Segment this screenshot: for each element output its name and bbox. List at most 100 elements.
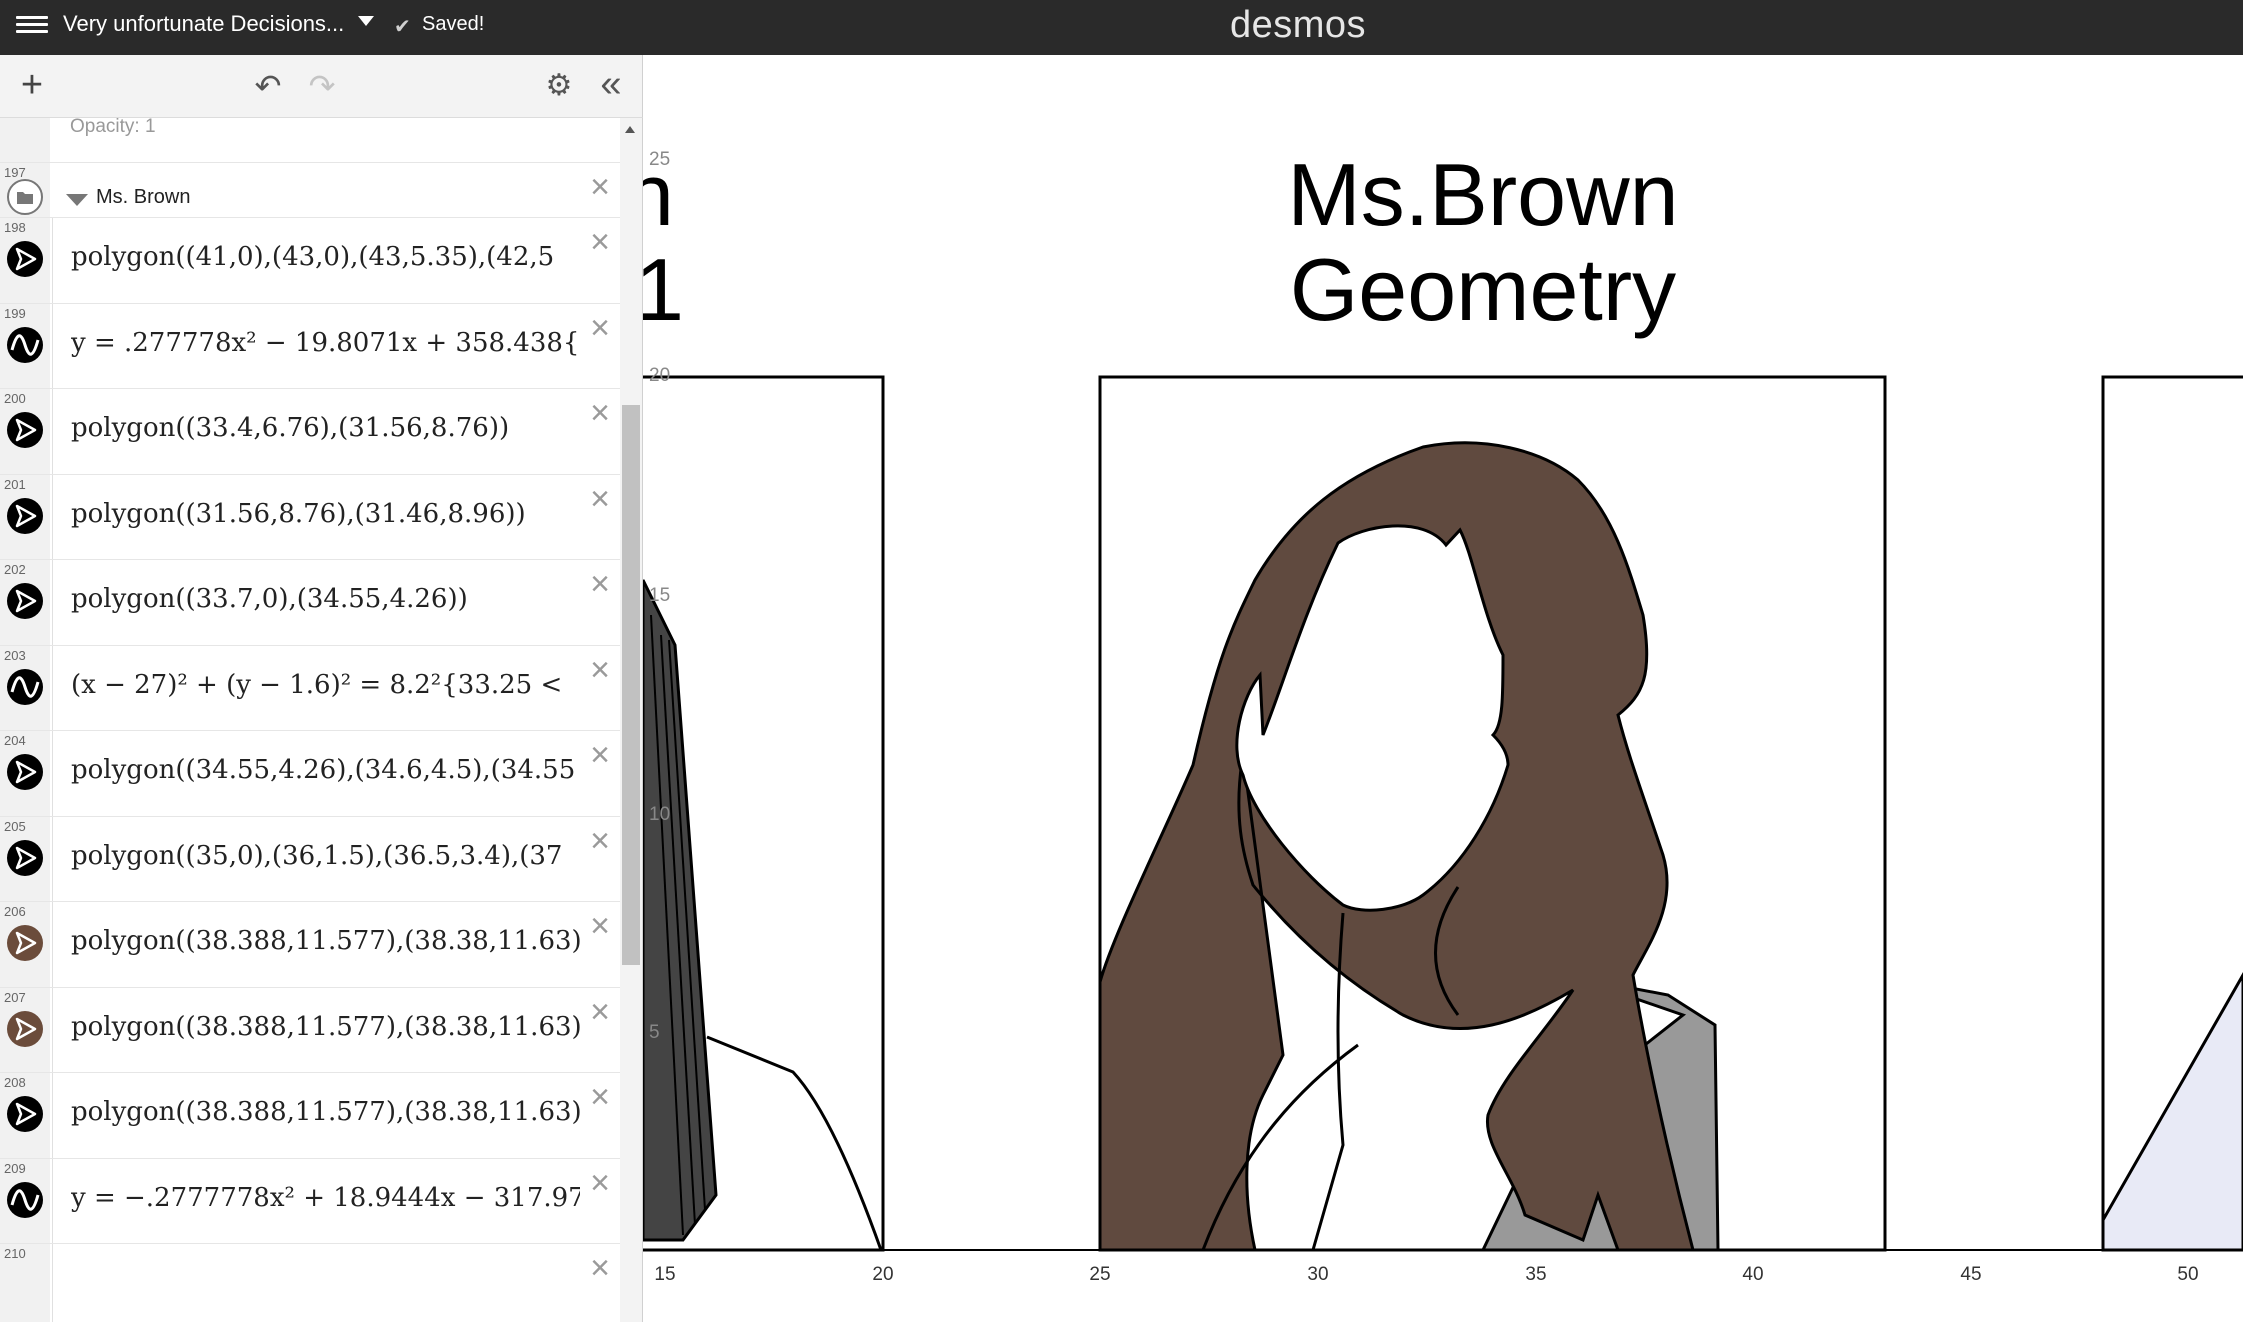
expression-row[interactable]: 209 y = −.2777778x² + 18.9444x − 317.978 × [0,1158,620,1244]
collapse-panel-icon[interactable]: « [591,65,631,107]
graph-paper[interactable]: 15 20 25 30 35 40 45 50 25 20 15 10 5 Ms.Brown Geom… [643,55,2243,1322]
expression-row[interactable]: 200 polygon((33.4,6.76),(31.56,8.76)) × [0,389,620,475]
expression-latex[interactable]: polygon((38.388,11.577),(38.38,11.63) [71,926,580,956]
expression-latex[interactable]: y = .277778x² − 19.8071x + 358.438{33 [71,328,580,358]
expression-row[interactable]: 199 y = .277778x² − 19.8071x + 358.438{33… [0,303,620,389]
folder-collapse-caret-icon[interactable] [66,194,88,206]
title-dropdown-caret-icon[interactable] [358,16,374,26]
delete-icon[interactable]: × [586,653,614,687]
graph-title[interactable]: Very unfortunate Decisions... [63,11,344,37]
folder-icon[interactable] [6,178,44,216]
curve-style-icon[interactable] [6,668,44,706]
checkmark-icon: ✔ [394,16,411,38]
delete-icon[interactable]: × [586,170,614,204]
delete-icon[interactable]: × [586,482,614,516]
folder-label[interactable]: Ms. Brown [96,186,190,209]
expression-latex[interactable]: polygon((35,0),(36,1.5),(36.5,3.4),(37 [71,841,580,871]
expression-content[interactable]: polygon((34.55,4.26),(34.6,4.5),(34.55 [52,731,580,816]
expression-row[interactable]: 204 polygon((34.55,4.26),(34.6,4.5),(34.5… [0,731,620,817]
add-expression-button[interactable]: + [14,65,50,107]
scrollbar[interactable] [620,118,643,1322]
partial-title-left-line2: 1 [643,240,684,339]
x-axis-ticks: 15 20 25 30 35 40 45 50 [654,1264,2198,1285]
delete-icon[interactable]: × [586,1080,614,1114]
expression-list: Opacity: 1 197 Ms. Brown × 198 polygon((4… [0,118,620,1322]
folder-row[interactable]: 197 Ms. Brown × [0,163,620,218]
expression-row[interactable]: 202 polygon((33.7,0),(34.55,4.26)) × [0,560,620,646]
gear-icon[interactable]: ⚙ [541,65,577,107]
top-bar: Very unfortunate Decisions... ✔ Saved! d… [0,0,2243,55]
delete-icon[interactable]: × [586,995,614,1029]
expression-number: 210 [4,1246,26,1261]
expression-row[interactable]: 203 (x − 27)² + (y − 1.6)² = 8.2²{33.25 <… [0,645,620,731]
undo-icon[interactable]: ↶ [250,65,286,107]
expression-latex[interactable]: polygon((38.388,11.577),(38.38,11.63) [71,1012,580,1042]
expression-latex[interactable]: polygon((31.56,8.76),(31.46,8.96)) [71,499,580,529]
expression-content[interactable]: (x − 27)² + (y − 1.6)² = 8.2²{33.25 < [52,645,580,730]
expression-row[interactable]: 205 polygon((35,0),(36,1.5),(36.5,3.4),(3… [0,816,620,902]
expression-row[interactable]: 206 polygon((38.388,11.577),(38.38,11.63)… [0,902,620,988]
expression-content[interactable]: polygon((41,0),(43,0),(43,5.35),(42,5 [52,218,580,303]
expression-content: Opacity: 1 [52,118,580,162]
expression-latex[interactable]: y = −.2777778x² + 18.9444x − 317.978 [71,1183,580,1213]
expression-content[interactable]: polygon((33.4,6.76),(31.56,8.76)) [52,389,580,474]
expression-row[interactable]: 201 polygon((31.56,8.76),(31.46,8.96)) × [0,474,620,560]
redo-icon[interactable]: ↷ [304,65,340,107]
partial-drawing-right [2101,375,2243,1252]
delete-icon[interactable]: × [586,824,614,858]
x-tick-label: 40 [1742,1264,1763,1285]
expression-content[interactable]: polygon((31.56,8.76),(31.46,8.96)) [52,474,580,559]
graph-title-line1: Ms.Brown [1287,145,1678,244]
expression-content[interactable]: polygon((38.388,11.577),(38.38,11.63) [52,1073,580,1158]
x-tick-label: 20 [872,1264,893,1285]
delete-icon[interactable]: × [586,1251,614,1285]
x-tick-label: 25 [1089,1264,1110,1285]
polygon-style-icon[interactable] [6,240,44,278]
polygon-style-icon[interactable] [6,839,44,877]
expression-row[interactable]: 198 polygon((41,0),(43,0),(43,5.35),(42,5… [0,218,620,304]
delete-icon[interactable]: × [586,311,614,345]
polygon-style-icon[interactable] [6,753,44,791]
expression-row[interactable]: 208 polygon((38.388,11.577),(38.38,11.63)… [0,1073,620,1159]
x-tick-label: 50 [2177,1264,2198,1285]
expression-latex[interactable]: polygon((41,0),(43,0),(43,5.35),(42,5 [71,242,580,272]
scrollbar-thumb[interactable] [622,405,640,965]
graph-canvas[interactable]: 15 20 25 30 35 40 45 50 25 20 15 10 5 Ms.Brown Geom… [643,55,2243,1322]
curve-style-icon[interactable] [6,1181,44,1219]
polygon-style-icon[interactable] [6,1010,44,1048]
expression-latex[interactable]: polygon((38.388,11.577),(38.38,11.63) [71,1097,580,1127]
expression-content[interactable] [52,1244,580,1322]
expression-content[interactable]: y = −.2777778x² + 18.9444x − 317.978 [52,1158,580,1243]
polygon-style-icon[interactable] [6,411,44,449]
curve-style-icon[interactable] [6,326,44,364]
expression-content[interactable]: polygon((38.388,11.577),(38.38,11.63) [52,987,580,1072]
hamburger-menu-icon[interactable] [16,12,48,42]
expression-number: 205 [4,818,26,834]
expression-content[interactable]: polygon((35,0),(36,1.5),(36.5,3.4),(37 [52,816,580,901]
polygon-style-icon[interactable] [6,582,44,620]
delete-icon[interactable]: × [586,396,614,430]
scroll-up-arrow-icon[interactable] [625,126,635,133]
delete-icon[interactable]: × [586,1166,614,1200]
expression-content[interactable]: polygon((38.388,11.577),(38.38,11.63) [52,902,580,987]
delete-icon[interactable]: × [586,225,614,259]
expression-content[interactable]: polygon((33.7,0),(34.55,4.26)) [52,560,580,645]
polygon-style-icon[interactable] [6,924,44,962]
delete-icon[interactable]: × [586,738,614,772]
delete-icon[interactable]: × [586,909,614,943]
delete-icon[interactable]: × [586,567,614,601]
x-tick-label: 35 [1525,1264,1546,1285]
expression-latex[interactable]: polygon((34.55,4.26),(34.6,4.5),(34.55 [71,755,580,785]
expression-row[interactable]: 210 × [0,1244,620,1322]
expression-number: 203 [4,647,26,663]
polygon-style-icon[interactable] [6,1095,44,1133]
expression-row[interactable]: 207 polygon((38.388,11.577),(38.38,11.63)… [0,987,620,1073]
y-tick-label: 10 [649,804,670,825]
expression-latex[interactable]: polygon((33.4,6.76),(31.56,8.76)) [71,413,580,443]
expression-content[interactable]: y = .277778x² − 19.8071x + 358.438{33 [52,303,580,388]
expression-latex[interactable]: polygon((33.7,0),(34.55,4.26)) [71,584,580,614]
x-tick-label: 45 [1960,1264,1981,1285]
expression-latex[interactable]: (x − 27)² + (y − 1.6)² = 8.2²{33.25 < [71,670,580,700]
expression-number: 208 [4,1075,26,1090]
polygon-style-icon[interactable] [6,497,44,535]
